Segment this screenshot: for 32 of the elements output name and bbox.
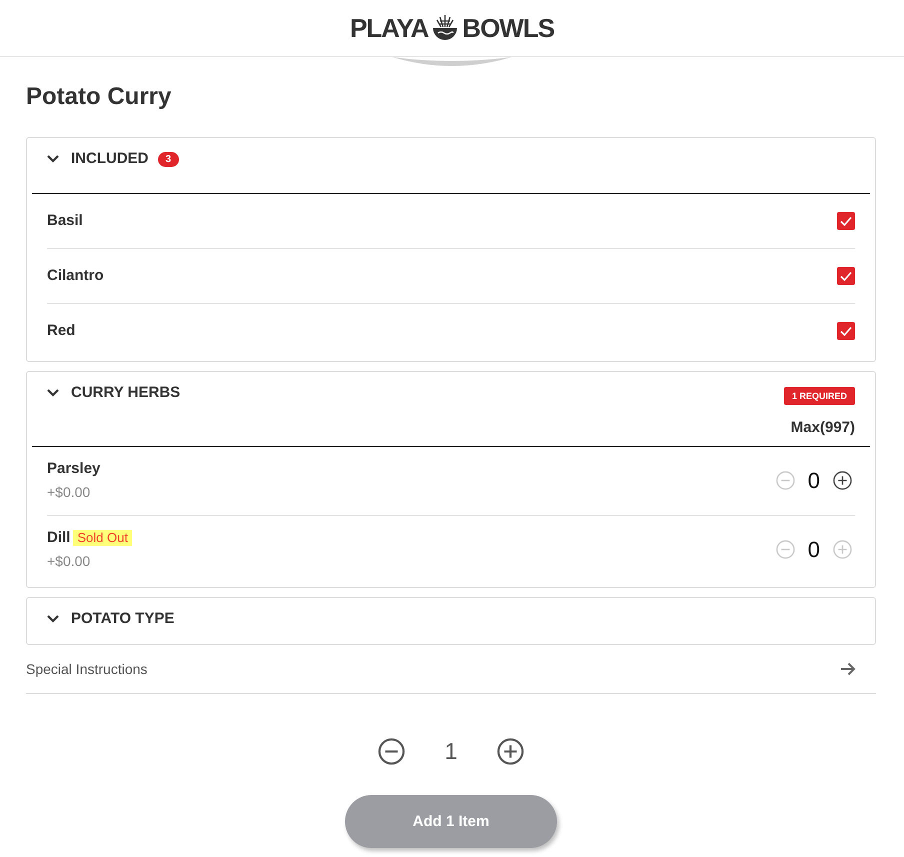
- chevron-down-icon[interactable]: [47, 389, 59, 397]
- chevron-down-icon[interactable]: [47, 615, 59, 623]
- quantity-value: 0: [808, 538, 820, 562]
- option-name: Dill: [47, 528, 70, 548]
- group-title: INCLUDED: [71, 149, 148, 169]
- option-price: +$0.00: [47, 483, 90, 502]
- pineapple-bowl-icon: [431, 14, 460, 42]
- option-name: Red: [47, 321, 76, 341]
- special-instructions-button[interactable]: Special Instructions: [26, 645, 876, 694]
- item-title: Potato Curry: [26, 82, 172, 112]
- checkbox[interactable]: [837, 322, 855, 340]
- option-price: +$0.00: [47, 552, 90, 571]
- plus-circle-icon[interactable]: [497, 738, 524, 764]
- group-title: POTATO TYPE: [71, 609, 174, 629]
- group-title: CURRY HERBS: [71, 383, 180, 403]
- logo-text: PLAYA: [350, 15, 428, 41]
- option-name: Cilantro: [47, 266, 104, 286]
- max-label: Max(997): [790, 418, 855, 438]
- quantity-value: 0: [808, 468, 820, 492]
- quantity-value: 1: [444, 737, 458, 765]
- required-badge: 1 REQUIRED: [784, 387, 855, 405]
- checkbox[interactable]: [837, 212, 855, 230]
- minus-circle-icon[interactable]: [378, 738, 405, 764]
- option-name: Basil: [47, 211, 83, 231]
- option-name: Parsley: [47, 459, 100, 479]
- count-badge: 3: [158, 152, 180, 166]
- arrow-right-icon: [840, 662, 856, 676]
- plus-circle-icon[interactable]: [833, 471, 852, 490]
- chevron-down-icon[interactable]: [47, 155, 59, 163]
- sold-out-tag: Sold Out: [73, 530, 132, 546]
- logo-text: BOWLS: [462, 15, 554, 41]
- checkbox[interactable]: [837, 267, 855, 285]
